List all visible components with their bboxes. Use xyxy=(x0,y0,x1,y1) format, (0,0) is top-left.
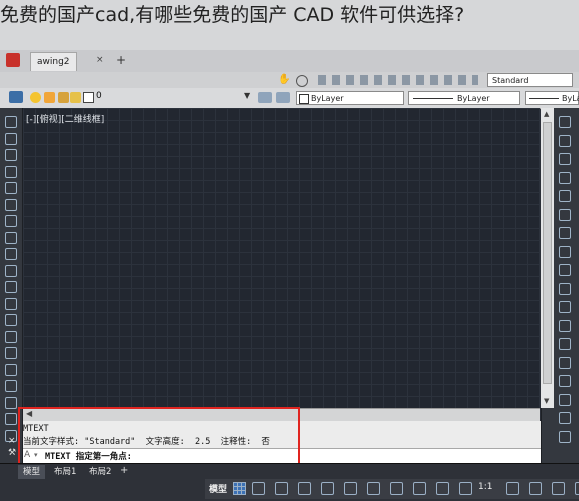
color-dropdown[interactable]: ByLayer xyxy=(296,91,404,105)
gradient-icon[interactable] xyxy=(5,363,17,376)
toolbar-icons[interactable] xyxy=(318,75,478,85)
app-menu-icon[interactable] xyxy=(6,53,20,67)
spline-icon[interactable] xyxy=(5,248,17,260)
page-title: 免费的国产cad,有哪些免费的国产 CAD 软件可供选择? xyxy=(0,4,465,26)
command-close-icon[interactable]: × xyxy=(8,436,16,446)
style-dropdown[interactable]: Standard xyxy=(487,73,573,87)
circle-icon[interactable] xyxy=(5,215,17,227)
layout-tab-layout1[interactable]: 布局1 xyxy=(49,465,81,479)
lock-icon[interactable] xyxy=(58,92,69,103)
command-settings-icon[interactable]: ⚒ xyxy=(8,448,16,458)
osnap-track-icon[interactable] xyxy=(344,482,357,495)
extend-icon[interactable] xyxy=(559,301,571,313)
break-icon[interactable] xyxy=(559,338,571,350)
lineweight-icon[interactable] xyxy=(390,482,403,495)
break-point-icon[interactable] xyxy=(559,319,571,332)
transparency-icon[interactable] xyxy=(413,482,426,495)
layout-tab-layout2[interactable]: 布局2 xyxy=(84,465,116,479)
polygon-icon[interactable] xyxy=(5,165,17,178)
modify-tools xyxy=(559,116,573,461)
viewport-label[interactable]: [-][俯视][二维线框] xyxy=(26,112,104,125)
rectangle-icon[interactable] xyxy=(5,182,17,194)
linetype-line xyxy=(413,98,453,99)
scale-icon[interactable] xyxy=(559,245,571,258)
layer-name[interactable]: 0 xyxy=(96,91,102,101)
make-block-icon[interactable] xyxy=(5,314,17,326)
model-space-button[interactable]: 模型 xyxy=(209,482,227,495)
grid-icon[interactable] xyxy=(233,482,246,495)
customize-icon[interactable] xyxy=(575,482,579,495)
draw-tools xyxy=(5,116,18,461)
chamfer-icon[interactable] xyxy=(559,375,571,387)
status-icons xyxy=(252,482,579,496)
selection-cycling-icon[interactable] xyxy=(436,482,449,495)
tab-drawing2[interactable]: awing2 xyxy=(30,52,77,71)
polyline-icon[interactable] xyxy=(5,149,17,161)
osnap-icon[interactable] xyxy=(367,482,380,495)
join-icon[interactable] xyxy=(559,356,571,369)
ellipse-icon[interactable] xyxy=(5,264,17,277)
isodraft-icon[interactable] xyxy=(321,482,334,495)
ellipse-arc-icon[interactable] xyxy=(5,281,17,293)
bulb-icon[interactable] xyxy=(30,92,41,103)
layer-previous-icon[interactable] xyxy=(276,92,290,103)
sun-icon[interactable] xyxy=(44,92,55,103)
highlight-box xyxy=(18,407,300,467)
snap-icon[interactable] xyxy=(252,482,265,495)
fillet-icon[interactable] xyxy=(559,393,571,406)
table-icon[interactable] xyxy=(5,396,17,409)
quick-properties-icon[interactable] xyxy=(552,482,565,495)
units-icon[interactable] xyxy=(529,482,542,495)
stretch-icon[interactable] xyxy=(559,264,571,276)
trim-icon[interactable] xyxy=(559,282,571,295)
point-icon[interactable] xyxy=(5,330,17,343)
polar-icon[interactable] xyxy=(298,482,311,495)
add-tab-button[interactable]: + xyxy=(116,53,126,67)
mirror-icon[interactable] xyxy=(559,153,571,165)
offset-icon[interactable] xyxy=(559,171,571,184)
erase-icon[interactable] xyxy=(559,116,571,128)
lineweight-line xyxy=(529,98,559,99)
hatch-icon[interactable] xyxy=(5,347,17,359)
ortho-icon[interactable] xyxy=(275,482,288,495)
annotation-visibility-icon[interactable] xyxy=(459,482,472,495)
move-icon[interactable] xyxy=(559,208,571,221)
layer-dropdown-arrow[interactable]: ▼ xyxy=(244,91,250,100)
scroll-thumb[interactable] xyxy=(543,122,552,384)
zoom-icon[interactable] xyxy=(296,75,308,87)
workspace-icon[interactable] xyxy=(506,482,519,495)
layer-color-icon[interactable] xyxy=(70,92,81,103)
color-swatch xyxy=(299,94,309,104)
revision-cloud-icon[interactable] xyxy=(5,231,17,244)
layer-swatch xyxy=(83,92,94,103)
layout-tab-model[interactable]: 模型 xyxy=(18,465,46,479)
blend-icon[interactable] xyxy=(559,412,571,424)
layer-properties-icon[interactable] xyxy=(9,91,23,103)
explode-icon[interactable] xyxy=(559,430,571,443)
scroll-down-icon[interactable]: ▼ xyxy=(544,397,549,405)
match-layer-icon[interactable] xyxy=(258,92,272,103)
line-icon[interactable] xyxy=(5,116,17,128)
document-tab-bar xyxy=(0,50,579,73)
region-icon[interactable] xyxy=(5,380,17,392)
pan-icon[interactable]: ✋ xyxy=(278,74,290,85)
copy-icon[interactable] xyxy=(559,134,571,147)
array-icon[interactable] xyxy=(559,190,571,202)
color-value: ByLayer xyxy=(311,94,344,103)
annotation-scale[interactable]: 1:1 xyxy=(478,482,492,492)
rotate-icon[interactable] xyxy=(559,227,571,239)
insert-block-icon[interactable] xyxy=(5,297,17,310)
add-layout-button[interactable]: + xyxy=(120,465,128,476)
construction-line-icon[interactable] xyxy=(5,132,17,145)
text-icon[interactable] xyxy=(5,413,17,425)
drawing-canvas[interactable] xyxy=(23,108,540,408)
tab-close-icon[interactable]: × xyxy=(96,55,104,65)
lineweight-value: ByLa xyxy=(562,94,579,103)
linetype-value: ByLayer xyxy=(457,94,490,103)
scroll-up-icon[interactable]: ▲ xyxy=(544,110,549,118)
arc-icon[interactable] xyxy=(5,198,17,211)
